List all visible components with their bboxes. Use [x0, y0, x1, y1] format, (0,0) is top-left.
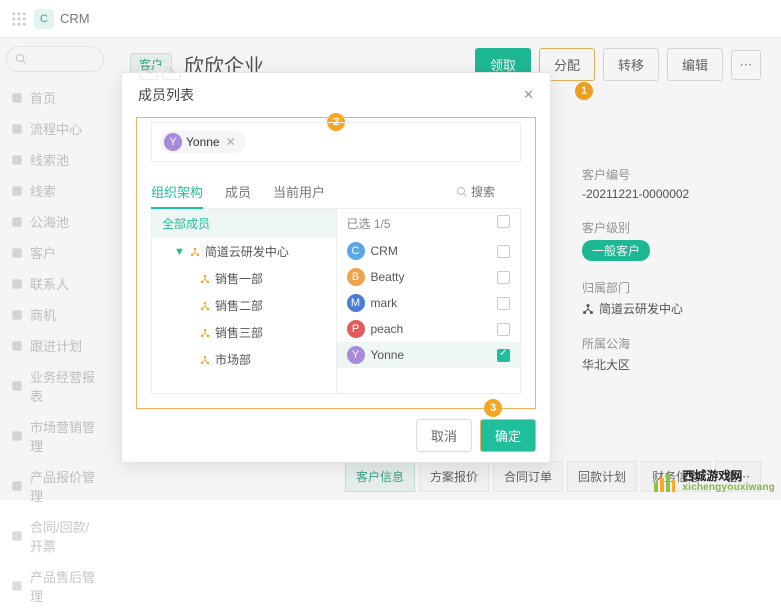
- member-search[interactable]: [456, 176, 521, 208]
- tree-node[interactable]: 市场部: [152, 346, 336, 373]
- member-checkbox[interactable]: [497, 245, 510, 258]
- member-checkbox[interactable]: [497, 271, 510, 284]
- member-item[interactable]: BBeatty: [337, 264, 521, 290]
- step-3: 3: [484, 399, 502, 417]
- sidebar-item[interactable]: 产品售后管理: [6, 561, 104, 611]
- member-item[interactable]: YYonne: [337, 342, 521, 368]
- app-title: CRM: [60, 11, 90, 26]
- org-icon: [190, 247, 200, 257]
- member-list: 已选 1/5 CCRMBBeattyMmarkPpeachYYonne: [337, 209, 521, 393]
- folder-icon: [10, 579, 24, 593]
- tab-org[interactable]: 组织架构: [151, 176, 203, 209]
- member-search-input[interactable]: [471, 185, 521, 199]
- prev-page[interactable]: <: [140, 64, 158, 80]
- avatar: C: [347, 242, 365, 260]
- avatar: B: [347, 268, 365, 286]
- search-icon: [456, 186, 468, 198]
- avatar: Y: [347, 346, 365, 364]
- watermark-logo-icon: [652, 470, 676, 494]
- member-checkbox[interactable]: [497, 349, 510, 362]
- pager: < >: [140, 64, 181, 80]
- cancel-button[interactable]: 取消: [416, 419, 472, 452]
- avatar: M: [347, 294, 365, 312]
- select-all-checkbox[interactable]: [497, 215, 510, 228]
- app-icon: C: [34, 9, 54, 29]
- tree-node[interactable]: 销售三部: [152, 319, 336, 346]
- member-item[interactable]: Ppeach: [337, 316, 521, 342]
- member-modal: 成员列表 ✕ 2 Y Yonne ✕ 组织架构 成员 当前用户 全部成员 ▼简道…: [121, 72, 551, 463]
- tab-current[interactable]: 当前用户: [273, 176, 325, 208]
- next-page[interactable]: >: [162, 64, 180, 80]
- sidebar-item[interactable]: 合同/回款/开票: [6, 511, 104, 561]
- ok-button[interactable]: 确定: [480, 419, 536, 452]
- member-item[interactable]: CCRM: [337, 238, 521, 264]
- folder-icon: [10, 529, 24, 543]
- tree-node[interactable]: 销售一部: [152, 265, 336, 292]
- watermark: 西城游戏网xichengyouxiwang: [652, 470, 775, 494]
- avatar: P: [347, 320, 365, 338]
- tree-root[interactable]: 全部成员: [152, 209, 336, 238]
- tree-node[interactable]: 销售二部: [152, 292, 336, 319]
- member-checkbox[interactable]: [497, 297, 510, 310]
- member-item[interactable]: Mmark: [337, 290, 521, 316]
- app-launcher-icon[interactable]: [10, 10, 28, 28]
- selected-count: 已选 1/5: [347, 215, 391, 232]
- selected-chipbox[interactable]: Y Yonne ✕: [151, 122, 521, 162]
- modal-title: 成员列表: [138, 85, 194, 105]
- avatar: Y: [164, 133, 182, 151]
- org-tree: 全部成员 ▼简道云研发中心 销售一部销售二部销售三部市场部: [152, 209, 337, 393]
- chip-remove-icon[interactable]: ✕: [224, 135, 238, 149]
- member-chip: Y Yonne ✕: [160, 131, 246, 153]
- tab-member[interactable]: 成员: [225, 176, 251, 208]
- close-icon[interactable]: ✕: [523, 87, 534, 103]
- tree-node[interactable]: ▼简道云研发中心: [152, 238, 336, 265]
- chip-name: Yonne: [186, 135, 220, 149]
- member-checkbox[interactable]: [497, 323, 510, 336]
